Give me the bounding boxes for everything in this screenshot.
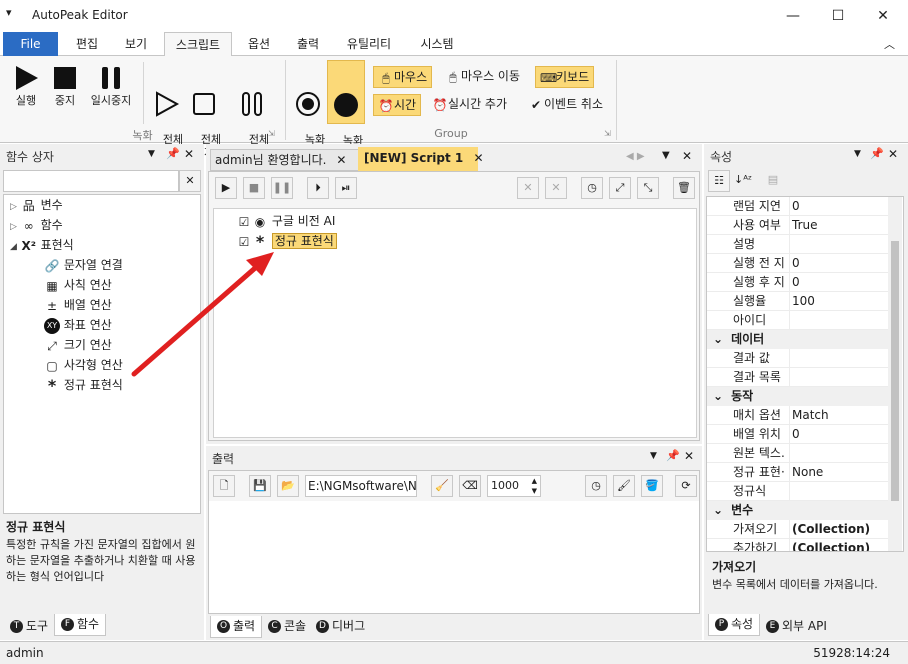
status-time: 51928:14:24 xyxy=(813,646,890,660)
status-user: admin xyxy=(6,646,44,660)
annotation-arrow xyxy=(131,252,274,377)
status-bar: admin 51928:14:24 xyxy=(0,641,908,664)
